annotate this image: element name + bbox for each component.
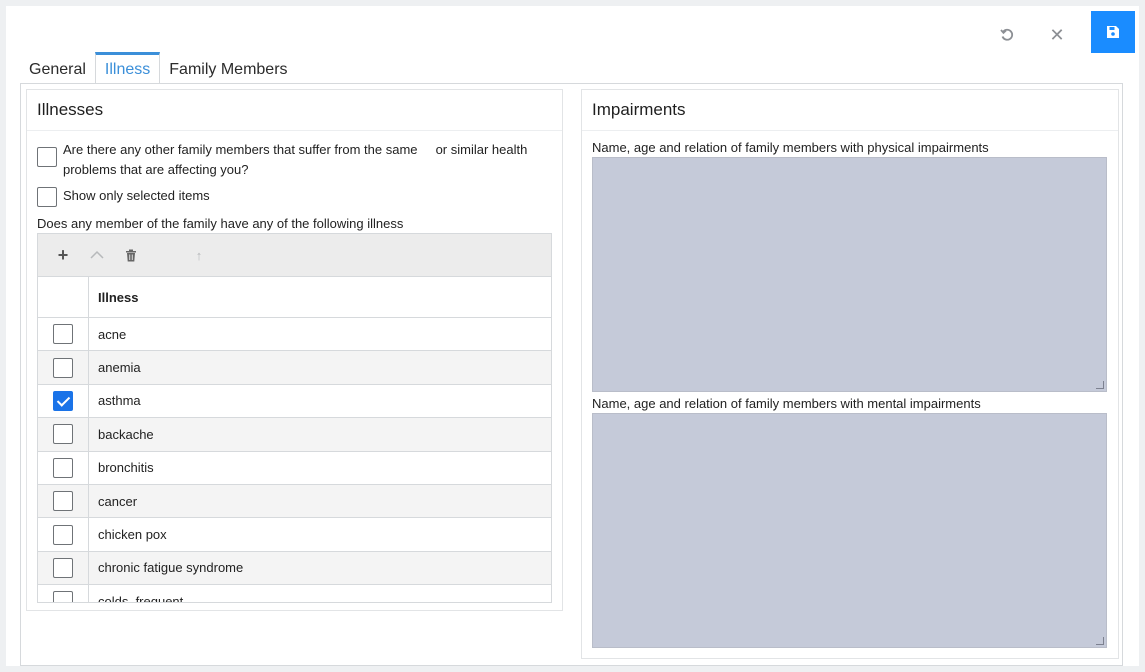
row-check-cell [38, 551, 89, 585]
row-check-cell [38, 384, 89, 418]
illnesses-panel: Illnesses Are there any other family mem… [26, 89, 563, 611]
physical-impairments-label: Name, age and relation of family members… [592, 140, 989, 155]
arrow-up-icon: ↑ [195, 247, 203, 263]
row-check-cell [38, 318, 89, 351]
row-checkbox[interactable] [53, 524, 73, 545]
illness-name: cancer [98, 493, 138, 509]
same-problems-label: Are there any other family members that … [63, 142, 531, 177]
tab-bar: General Illness Family Members [20, 52, 297, 84]
row-checkbox[interactable] [53, 591, 73, 602]
add-row-button[interactable]: + [46, 240, 80, 270]
row-checkbox[interactable] [53, 491, 73, 512]
table-row[interactable]: chronic fatigue syndrome [38, 551, 551, 586]
row-checkbox[interactable] [53, 390, 73, 411]
row-checkbox[interactable] [53, 324, 73, 345]
illness-column-header[interactable]: Illness [89, 277, 551, 317]
illness-name: colds, frequent [98, 593, 184, 603]
mental-impairments-textarea[interactable] [592, 413, 1107, 648]
illness-name: chicken pox [98, 527, 167, 543]
undo-icon [1000, 28, 1014, 41]
move-up-button[interactable]: ↑ [182, 240, 216, 270]
row-check-cell [38, 585, 89, 602]
delete-row-button[interactable] [114, 240, 148, 270]
resize-handle-icon[interactable] [1096, 381, 1104, 389]
table-row[interactable]: asthma [38, 384, 551, 419]
row-checkbox[interactable] [53, 357, 73, 378]
close-button[interactable]: ✕ [1037, 15, 1077, 55]
tab-family-members[interactable]: Family Members [160, 52, 296, 84]
illness-grid-label: Does any member of the family have any o… [37, 216, 404, 231]
table-row[interactable]: bronchitis [38, 451, 551, 485]
illness-name: acne [98, 326, 127, 342]
row-checkbox[interactable] [53, 424, 73, 445]
illness-name: bronchitis [98, 460, 154, 476]
table-row[interactable]: chicken pox [38, 518, 551, 552]
tab-general[interactable]: General [20, 52, 95, 84]
mental-impairments-label: Name, age and relation of family members… [592, 396, 981, 411]
row-check-cell [38, 518, 89, 551]
row-checkbox[interactable] [53, 457, 73, 478]
table-row[interactable]: colds, frequent [38, 585, 551, 603]
header-check-cell [38, 277, 89, 317]
save-icon [1107, 26, 1119, 38]
close-icon: ✕ [1049, 24, 1065, 45]
row-check-cell [38, 451, 89, 484]
illness-grid: + ↑ Illness acne anemia asthma backache … [37, 233, 552, 603]
row-check-cell [38, 484, 89, 518]
impairments-panel: Impairments Name, age and relation of fa… [581, 89, 1119, 659]
show-only-selected-option[interactable]: Show only selected items [37, 186, 210, 207]
row-checkbox[interactable] [53, 557, 73, 578]
collapse-button[interactable] [80, 240, 114, 270]
same-problems-checkbox[interactable] [37, 147, 57, 167]
grid-header-row: Illness [38, 277, 551, 318]
illnesses-title: Illnesses [27, 90, 562, 131]
row-check-cell [38, 418, 89, 451]
illness-name: chronic fatigue syndrome [98, 560, 244, 576]
illness-name: anemia [98, 360, 141, 376]
grid-rows: acne anemia asthma backache bronchitis cancer… [38, 318, 551, 603]
table-row[interactable]: backache [38, 418, 551, 452]
show-only-selected-checkbox[interactable] [37, 187, 57, 207]
chevron-up-icon [90, 250, 104, 259]
resize-handle-icon[interactable] [1096, 637, 1104, 645]
tab-illness[interactable]: Illness [94, 52, 161, 84]
trash-icon [126, 249, 136, 261]
illness-name: asthma [98, 393, 141, 409]
same-problems-option[interactable]: Are there any other family members that … [37, 140, 537, 180]
table-row[interactable]: cancer [38, 484, 551, 519]
tab-content: Illnesses Are there any other family mem… [20, 83, 1123, 666]
row-check-cell [38, 351, 89, 384]
save-button[interactable] [1091, 11, 1135, 53]
form-window: ✕ General Illness Family Members Illness… [6, 6, 1139, 666]
grid-toolbar-spacer [148, 240, 182, 270]
show-only-selected-label: Show only selected items [63, 188, 210, 203]
table-row[interactable]: acne [38, 318, 551, 352]
table-row[interactable]: anemia [38, 351, 551, 385]
physical-impairments-textarea[interactable] [592, 157, 1107, 392]
impairments-title: Impairments [582, 90, 1118, 131]
grid-toolbar: + ↑ [38, 234, 551, 277]
plus-icon: + [57, 244, 69, 265]
illness-name: backache [98, 426, 154, 442]
undo-button[interactable] [987, 15, 1027, 55]
